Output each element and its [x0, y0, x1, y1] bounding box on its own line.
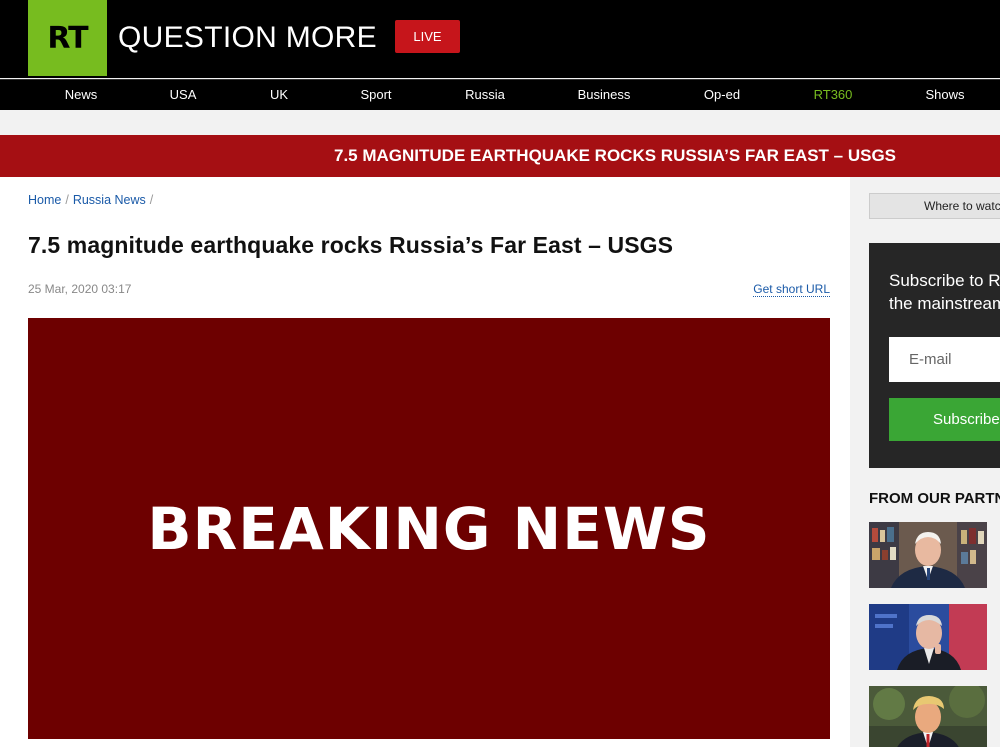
breadcrumb-separator: /: [65, 193, 69, 207]
subscribe-text: Subscribe to RT the mainstream: [889, 271, 1000, 313]
article-date: 25 Mar, 2020 03:17: [28, 282, 132, 296]
breaking-news-image: BREAKING NEWS: [28, 318, 830, 739]
breaking-news-image-text: BREAKING NEWS: [147, 494, 711, 563]
subscribe-button[interactable]: Subscribe: [889, 398, 1000, 441]
breaking-banner-text: 7.5 MAGNITUDE EARTHQUAKE ROCKS RUSSIA’S …: [334, 146, 897, 165]
nav-item-uk[interactable]: UK: [270, 80, 288, 110]
nav-item-business[interactable]: Business: [578, 80, 631, 110]
get-short-url-link[interactable]: Get short URL: [753, 282, 830, 297]
site-header: RT QUESTION MORE LIVE: [0, 0, 1000, 78]
nav-item-russia[interactable]: Russia: [465, 80, 505, 110]
nav-item-op-ed[interactable]: Op-ed: [704, 80, 740, 110]
slogan: QUESTION MORE: [118, 21, 377, 54]
where-to-watch-button[interactable]: Where to watch: [869, 193, 1000, 219]
subscribe-box: Subscribe to RT the mainstream Subscribe: [869, 243, 1000, 468]
partner-thumbnail-image: [869, 604, 987, 670]
article-column: Home / Russia News/ 7.5 magnitude earthqua…: [0, 177, 850, 747]
breadcrumb: Home / Russia News /: [28, 193, 157, 207]
partners-heading: FROM OUR PARTNERS: [869, 490, 1000, 507]
breadcrumb-russia-news[interactable]: Russia News: [73, 193, 146, 207]
nav-item-news[interactable]: News: [65, 80, 98, 110]
nav-item-rt360[interactable]: RT360: [814, 80, 853, 110]
partner-thumbnail-image: [869, 686, 987, 747]
article-title: 7.5 magnitude earthquake rocks Russia’s …: [28, 232, 674, 258]
email-input[interactable]: [889, 337, 1000, 382]
nav-item-sport[interactable]: Sport: [360, 80, 391, 110]
live-button[interactable]: LIVE: [395, 20, 460, 53]
partner-thumbnail-image: [869, 522, 987, 588]
main-nav: News USA UK Sport Russia Business Op-ed …: [0, 79, 1000, 110]
nav-item-usa[interactable]: USA: [170, 80, 197, 110]
breaking-banner[interactable]: 7.5 MAGNITUDE EARTHQUAKE ROCKS RUSSIA’S …: [0, 135, 1000, 177]
partner-thumbnail[interactable]: [869, 522, 987, 588]
breadcrumb-home[interactable]: Home: [28, 193, 61, 207]
rt-logo[interactable]: RT: [28, 0, 107, 76]
breadcrumb-separator: /: [149, 193, 154, 207]
nav-item-shows[interactable]: Shows: [925, 80, 964, 110]
partner-thumbnail[interactable]: [869, 686, 987, 747]
sidebar: Where to watch Subscribe to RT the mains…: [850, 177, 1000, 747]
partner-thumbnail[interactable]: [869, 604, 987, 670]
